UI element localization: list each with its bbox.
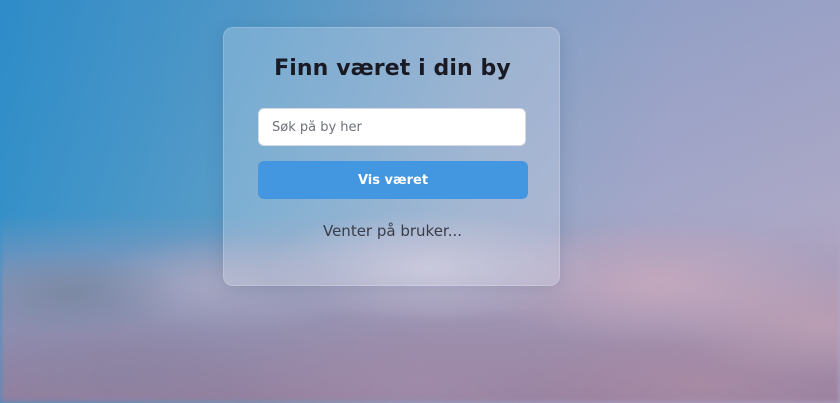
status-text: Venter på bruker... [322, 222, 463, 240]
show-weather-button[interactable]: Vis været [258, 161, 528, 199]
weather-search-card: Finn været i din by Vis været Venter på … [223, 27, 560, 286]
city-search-input[interactable] [258, 108, 526, 146]
page-title: Finn været i din by [274, 56, 511, 81]
